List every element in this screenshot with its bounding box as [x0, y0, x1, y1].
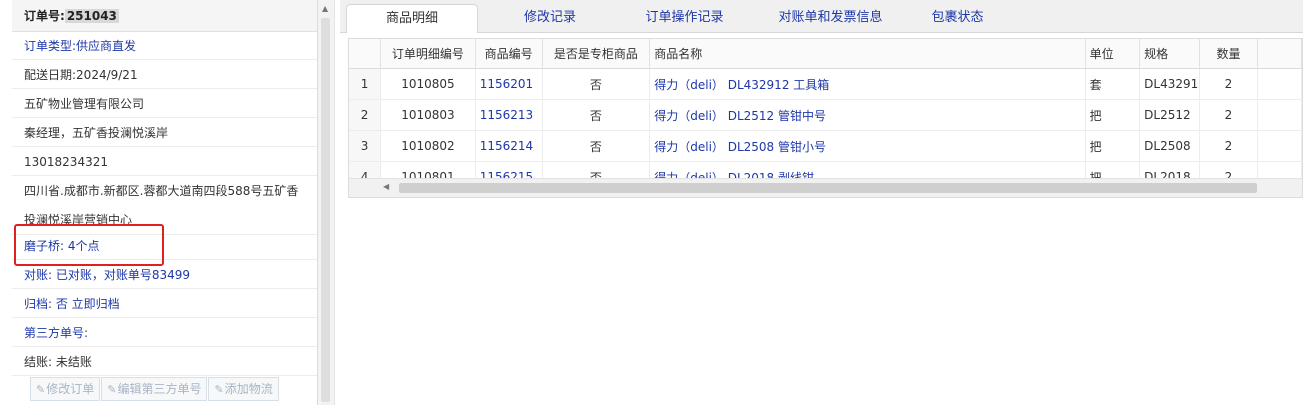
third-party-number: 第三方单号: [12, 319, 317, 347]
table-row[interactable]: 1 1010805 1156201 否 得力（deli） DL432912 工具… [349, 68, 1302, 100]
edit-third-party-button[interactable]: ✎编辑第三方单号 [101, 377, 208, 401]
action-bar: ✎修改订单 ✎编辑第三方单号 ✎添加物流 [12, 377, 317, 405]
unit: 把 [1085, 99, 1141, 131]
tab-product-details[interactable]: 商品明细 [346, 4, 478, 33]
tab-operation-log[interactable]: 订单操作记录 [622, 4, 747, 31]
table-horizontal-scrollbar[interactable]: ◀ [349, 178, 1302, 197]
add-logistics-label: 添加物流 [224, 382, 273, 396]
column-header[interactable]: 商品名称 [649, 39, 1086, 69]
table-row[interactable]: 3 1010802 1156214 否 得力（deli） DL2508 管钳小号… [349, 130, 1302, 162]
row-index: 1 [349, 68, 382, 100]
edit-order-label: 修改订单 [46, 382, 95, 396]
tab-statement-invoice[interactable]: 对账单和发票信息 [758, 4, 903, 31]
quantity: 2 [1199, 68, 1258, 100]
column-header[interactable]: 商品编号 [475, 39, 543, 69]
scroll-up-icon[interactable]: ▲ [322, 4, 328, 13]
table-row[interactable]: 2 1010803 1156213 否 得力（deli） DL2512 管钳中号… [349, 99, 1302, 131]
quantity: 2 [1199, 99, 1258, 131]
spec: DL43291 [1139, 68, 1201, 100]
unit: 套 [1085, 68, 1141, 100]
product-table: 订单明细编号 商品编号 是否是专柜商品 商品名称 单位 规格 数量 1 1010… [348, 38, 1303, 198]
filler-cell [1257, 130, 1302, 162]
order-type: 订单类型:供应商直发 [12, 32, 317, 60]
column-header[interactable]: 数量 [1199, 39, 1258, 69]
archive-status[interactable]: 归档: 否 立即归档 [12, 290, 317, 318]
column-header[interactable]: 订单明细编号 [380, 39, 476, 69]
table-header-row: 订单明细编号 商品编号 是否是专柜商品 商品名称 单位 规格 数量 [349, 39, 1302, 69]
left-panel-scrollbar[interactable]: ▲ [318, 0, 335, 405]
spec: DL2512 [1139, 99, 1201, 131]
special-flag: 否 [542, 99, 651, 131]
detail-number: 1010802 [380, 130, 476, 162]
highlight-annotation [14, 224, 164, 266]
contact-person: 秦经理，五矿香投澜悦溪岸 [12, 119, 317, 147]
order-number-row: 订单号: 251043 [12, 0, 317, 32]
scrollbar-thumb[interactable] [399, 183, 1257, 193]
unit: 把 [1085, 130, 1141, 162]
edit-order-button[interactable]: ✎修改订单 [30, 377, 101, 401]
column-header[interactable]: 单位 [1085, 39, 1141, 69]
product-number-link[interactable]: 1156201 [475, 68, 543, 100]
filler-cell [1257, 68, 1302, 100]
product-name-link[interactable]: 得力（deli） DL432912 工具箱 [649, 68, 1086, 100]
quantity: 2 [1199, 130, 1258, 162]
special-flag: 否 [542, 130, 651, 162]
special-flag: 否 [542, 68, 651, 100]
filler-header [1257, 39, 1302, 69]
settle-status: 结账: 未结账 [12, 348, 317, 376]
index-header [349, 39, 382, 69]
order-number-label: 订单号: [24, 9, 65, 23]
tab-change-log[interactable]: 修改记录 [490, 4, 610, 31]
row-index: 3 [349, 130, 382, 162]
delivery-date: 配送日期:2024/9/21 [12, 61, 317, 89]
edit-icon: ✎ [214, 383, 224, 396]
detail-number: 1010805 [380, 68, 476, 100]
product-number-link[interactable]: 1156214 [475, 130, 543, 162]
order-number: 251043 [64, 9, 119, 23]
product-name-link[interactable]: 得力（deli） DL2512 管钳中号 [649, 99, 1086, 131]
phone-number: 13018234321 [12, 148, 317, 176]
tab-bar: 商品明细 修改记录 订单操作记录 对账单和发票信息 包裹状态 [340, 0, 1303, 33]
scrollbar-thumb[interactable] [321, 18, 330, 402]
scroll-left-icon[interactable]: ◀ [383, 182, 389, 191]
column-header[interactable]: 规格 [1139, 39, 1201, 69]
edit-icon: ✎ [107, 383, 117, 396]
filler-cell [1257, 99, 1302, 131]
row-index: 2 [349, 99, 382, 131]
product-number-link[interactable]: 1156213 [475, 99, 543, 131]
edit-third-party-label: 编辑第三方单号 [117, 382, 202, 396]
company-name: 五矿物业管理有限公司 [12, 90, 317, 118]
order-info-panel: 订单号: 251043 订单类型:供应商直发 配送日期:2024/9/21 五矿物… [0, 0, 318, 405]
column-header[interactable]: 是否是专柜商品 [542, 39, 651, 69]
detail-number: 1010803 [380, 99, 476, 131]
spec: DL2508 [1139, 130, 1201, 162]
detail-area: 商品明细 修改记录 订单操作记录 对账单和发票信息 包裹状态 订单明细编号 商品… [340, 0, 1303, 405]
tab-package-status[interactable]: 包裹状态 [915, 4, 1000, 31]
add-logistics-button[interactable]: ✎添加物流 [208, 377, 279, 401]
edit-icon: ✎ [36, 383, 46, 396]
product-name-link[interactable]: 得力（deli） DL2508 管钳小号 [649, 130, 1086, 162]
